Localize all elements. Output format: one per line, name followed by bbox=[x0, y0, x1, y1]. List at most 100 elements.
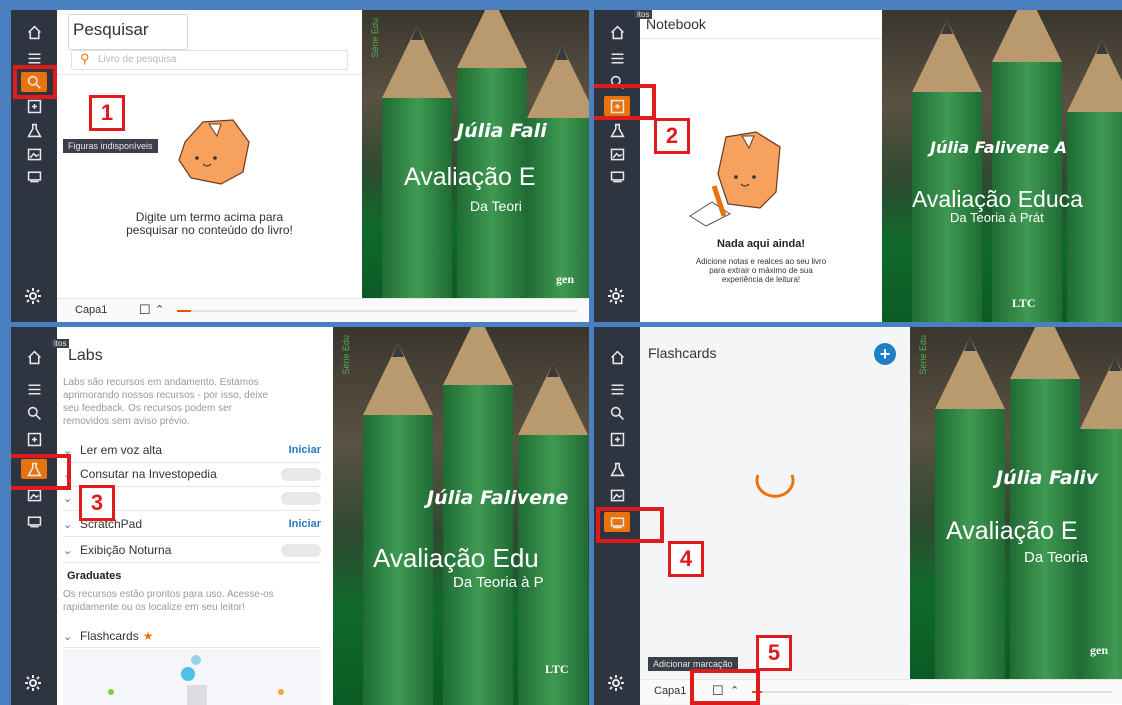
notebook-divider bbox=[640, 38, 882, 39]
frame-left bbox=[0, 0, 11, 705]
lab-row-investopedia[interactable]: ⌄ Consutar na Investopedia bbox=[63, 462, 321, 487]
labs-intro-4: removidos sem aviso prévio. bbox=[63, 416, 190, 427]
labs-flask-icon[interactable] bbox=[21, 120, 47, 140]
lab-row-night-mode[interactable]: ⌄ Exibição Noturna bbox=[63, 538, 321, 563]
graduates-text-1: Os recursos estão prontos para uso. Aces… bbox=[63, 589, 274, 600]
progress-fill bbox=[177, 310, 191, 312]
table-of-contents-icon[interactable] bbox=[21, 379, 47, 399]
settings-gear-icon[interactable] bbox=[23, 286, 45, 308]
settings-gear-icon[interactable] bbox=[606, 286, 628, 308]
book-cover: Júlia Falivene A Avaliação Educa Da Teor… bbox=[882, 10, 1122, 322]
search-input[interactable]: ⚲ Livro de pesquisa bbox=[71, 50, 348, 70]
settings-gear-icon[interactable] bbox=[606, 673, 628, 695]
left-toolbar bbox=[594, 10, 640, 322]
cover-publisher: LTC bbox=[1012, 296, 1036, 310]
notebook-icon[interactable] bbox=[21, 96, 47, 116]
panel-separator-vertical bbox=[589, 0, 594, 705]
cover-title: Avaliação E bbox=[404, 163, 536, 191]
cover-author: Júlia Fali bbox=[457, 120, 547, 142]
figures-icon[interactable] bbox=[604, 485, 630, 505]
cover-spine-text: Série Edu bbox=[341, 335, 351, 375]
chevron-down-icon: ⌄ bbox=[63, 492, 73, 505]
star-icon: ★ bbox=[142, 629, 154, 643]
panel-separator-horizontal bbox=[0, 322, 1122, 327]
chevron-down-icon: ⌄ bbox=[63, 544, 73, 557]
annotation-badge-3: 3 bbox=[79, 485, 115, 521]
left-toolbar bbox=[11, 327, 57, 705]
progress-slider[interactable] bbox=[177, 310, 577, 312]
figures-icon[interactable] bbox=[21, 144, 47, 164]
investopedia-toggle[interactable] bbox=[281, 468, 321, 481]
cover-publisher: LTC bbox=[545, 662, 569, 676]
left-toolbar bbox=[11, 10, 57, 322]
labs-flask-icon[interactable] bbox=[604, 459, 630, 479]
chevron-down-icon: ⌄ bbox=[63, 630, 73, 643]
lab-row-label: Ler em voz alta bbox=[80, 443, 163, 457]
flashcards-row[interactable]: ⌄ Flashcards ★ bbox=[63, 625, 321, 648]
home-icon[interactable] bbox=[604, 347, 630, 367]
labs-intro-2: aprimorando nossos recursos - por isso, … bbox=[63, 390, 269, 401]
empty-state-text-2: pesquisar no conteúdo do livro! bbox=[126, 223, 293, 237]
progress-slider[interactable] bbox=[752, 691, 1112, 693]
start-scratchpad-button[interactable]: Iniciar bbox=[289, 518, 321, 530]
bookmark-icon[interactable]: ☐ bbox=[139, 302, 151, 318]
define-toggle[interactable] bbox=[281, 492, 321, 505]
annotation-badge-4: 4 bbox=[668, 541, 704, 577]
cover-pencil bbox=[527, 46, 589, 298]
screenshot-labs-panel: itos Labs Labs são recursos em andamento… bbox=[11, 327, 589, 705]
settings-gear-icon[interactable] bbox=[23, 673, 45, 695]
loading-spinner-icon bbox=[755, 474, 795, 498]
cover-subtitle: Da Teoria à P bbox=[453, 574, 544, 591]
chevron-down-icon: ⌄ bbox=[63, 518, 73, 531]
flashcards-icon[interactable] bbox=[21, 511, 47, 531]
empty-state-text-1: Digite um termo acima para bbox=[135, 210, 284, 224]
home-icon[interactable] bbox=[21, 22, 47, 42]
labs-flask-icon[interactable] bbox=[604, 120, 630, 140]
screenshot-flashcards-panel: Flashcards + Adicionar marcação Capa1 ☐ … bbox=[594, 327, 1122, 705]
flashcards-icon[interactable] bbox=[604, 166, 630, 186]
notebook-icon[interactable] bbox=[21, 429, 47, 449]
illustration-bubble bbox=[181, 667, 195, 681]
night-mode-toggle[interactable] bbox=[281, 544, 321, 557]
frame-top bbox=[0, 0, 1122, 10]
flashcards-icon[interactable] bbox=[21, 166, 47, 186]
cover-author: Júlia Falivene A bbox=[930, 138, 1068, 157]
cover-subtitle: Da Teoria bbox=[1024, 549, 1088, 566]
cover-author: Júlia Faliv bbox=[996, 467, 1099, 489]
empty-text-3: experiência de leitura! bbox=[721, 275, 801, 284]
figures-icon[interactable] bbox=[604, 144, 630, 164]
graduates-title: Graduates bbox=[67, 570, 122, 582]
cover-subtitle: Da Teori bbox=[470, 198, 522, 214]
labs-intro-3: seu feedback. Os recursos podem ser bbox=[63, 403, 232, 414]
annotation-badge-2: 2 bbox=[654, 118, 690, 154]
search-icon[interactable] bbox=[21, 403, 47, 423]
chevron-up-icon[interactable]: ⌃ bbox=[155, 303, 164, 316]
cover-spine-text: Série Edu bbox=[370, 18, 380, 58]
cover-author: Júlia Falivene bbox=[427, 487, 569, 509]
book-cover: Série Edu Júlia Falivene Avaliação Edu D… bbox=[333, 327, 589, 705]
cover-publisher-gen: gen bbox=[556, 272, 574, 286]
lab-row-read-aloud[interactable]: ⌄ Ler em voz alta Iniciar bbox=[63, 438, 321, 463]
home-icon[interactable] bbox=[604, 22, 630, 42]
empty-text-2: para extrair o máximo de sua bbox=[709, 266, 813, 275]
search-icon[interactable] bbox=[604, 403, 630, 423]
search-divider bbox=[57, 74, 362, 75]
start-read-aloud-button[interactable]: Iniciar bbox=[289, 444, 321, 456]
cover-title: Avaliação Edu bbox=[373, 543, 539, 573]
empty-state-illustration bbox=[689, 131, 781, 227]
page-label[interactable]: Capa1 bbox=[654, 685, 686, 697]
notebook-icon[interactable] bbox=[604, 429, 630, 449]
home-icon[interactable] bbox=[21, 347, 47, 367]
table-of-contents-icon[interactable] bbox=[604, 379, 630, 399]
screenshot-notebook-panel: itos Notebook Nada aqui ainda! Adicione … bbox=[594, 10, 1122, 322]
illustration-bubble bbox=[191, 655, 201, 665]
add-flashcard-button[interactable]: + bbox=[874, 343, 896, 365]
book-cover: Série Edu Júlia Fali Avaliação E Da Teor… bbox=[362, 10, 589, 298]
bottom-bar: Capa1 ☐ ⌃ bbox=[57, 298, 589, 322]
annotation-box-4 bbox=[596, 507, 664, 543]
truncated-tooltip: itos bbox=[51, 339, 70, 348]
table-of-contents-icon[interactable] bbox=[604, 48, 630, 68]
flashcards-title: Flashcards bbox=[648, 345, 717, 361]
page-label[interactable]: Capa1 bbox=[75, 304, 107, 316]
annotation-box-1 bbox=[13, 65, 57, 99]
